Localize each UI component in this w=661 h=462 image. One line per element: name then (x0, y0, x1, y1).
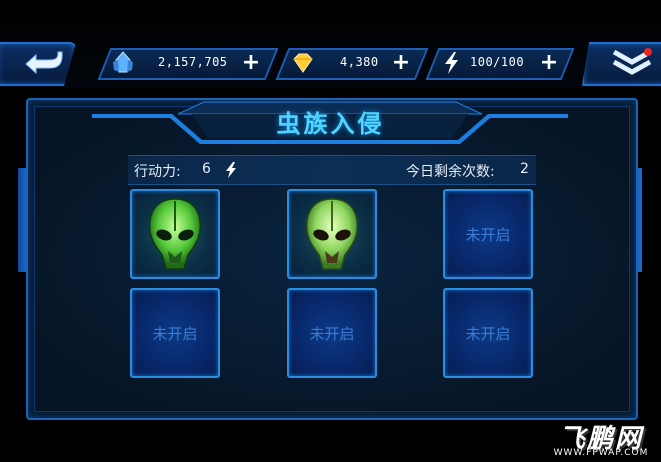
slot-5[interactable]: 未开启 (287, 288, 377, 378)
watermark-url: WWW.FPWAP.COM (553, 448, 649, 458)
diamond-icon (293, 53, 313, 73)
slot-1[interactable] (130, 189, 220, 279)
remaining-value: 2 (520, 161, 529, 177)
notification-dot (644, 48, 652, 56)
action-label: 行动力: (134, 164, 181, 180)
diamond-value: 4,380 (340, 55, 379, 69)
back-arrow-icon (25, 51, 63, 75)
alien-skull-icon (305, 198, 359, 270)
crystal-icon (113, 51, 133, 73)
add-diamond-button[interactable]: + (390, 50, 412, 75)
info-bar: 行动力: 6 今日剩余次数: 2 (128, 155, 536, 185)
lightning-icon (445, 52, 458, 74)
lightning-icon (226, 162, 236, 178)
alien-skull-icon (148, 198, 202, 270)
diamond-counter: 4,380 + (275, 48, 429, 80)
action-value: 6 (202, 161, 211, 177)
slot-3[interactable]: 未开启 (443, 189, 533, 279)
add-crystal-button[interactable]: + (240, 50, 262, 75)
slot-2[interactable] (287, 189, 377, 279)
add-energy-button[interactable]: + (538, 50, 560, 75)
locked-label: 未开启 (465, 226, 511, 244)
page-title: 虫族入侵 (276, 110, 385, 138)
slot-4[interactable]: 未开启 (130, 288, 220, 378)
energy-value: 100/100 (470, 55, 525, 69)
energy-counter: 100/100 + (425, 48, 575, 80)
crystal-counter: 2,157,705 + (97, 48, 279, 80)
slot-6[interactable]: 未开启 (443, 288, 533, 378)
crystal-value: 2,157,705 (158, 55, 228, 69)
locked-label: 未开启 (152, 325, 198, 343)
back-button[interactable] (0, 42, 76, 86)
remaining-label: 今日剩余次数: (406, 164, 495, 180)
watermark-logo: 飞鹏网 WWW.FPWAP.COM (548, 418, 654, 460)
locked-label: 未开启 (309, 325, 355, 343)
locked-label: 未开启 (465, 325, 511, 343)
